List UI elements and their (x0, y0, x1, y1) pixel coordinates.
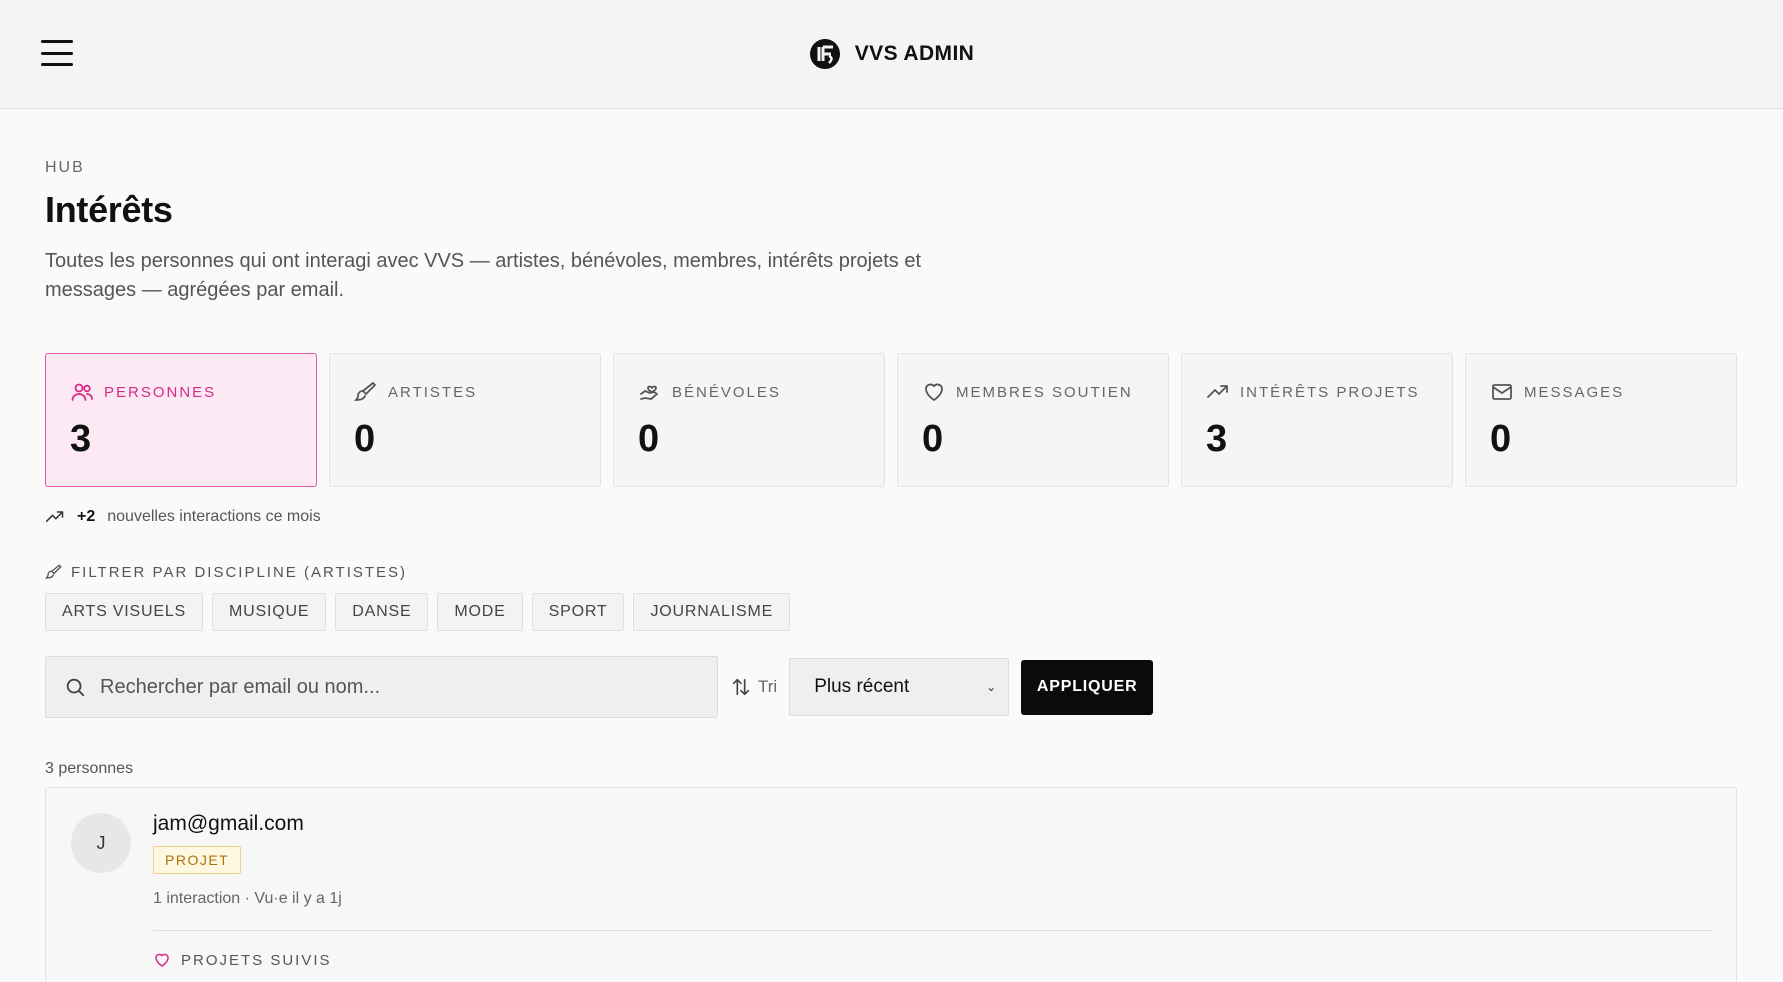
search-input[interactable] (100, 675, 680, 699)
filter-label-text: FILTRER PAR DISCIPLINE (ARTISTES) (71, 563, 408, 581)
search-icon (66, 678, 85, 697)
stat-label: INTÉRÊTS PROJETS (1240, 383, 1420, 401)
person-card[interactable]: J jam@gmail.com PROJET 1 interaction · V… (45, 787, 1737, 982)
followed-projects-text: PROJETS SUIVIS (181, 951, 332, 969)
heart-icon (155, 953, 169, 967)
person-meta: 1 interaction · Vu·e il y a 1j (153, 890, 342, 907)
stat-value: 0 (922, 418, 944, 460)
stat-card-membres-soutien[interactable]: MEMBRES SOUTIEN 0 (897, 353, 1169, 487)
brush-icon (354, 381, 377, 401)
person-email[interactable]: jam@gmail.com (153, 812, 1712, 836)
sort-label-text: Tri (758, 677, 778, 696)
chevron-down-icon: ⌄ (986, 680, 997, 694)
stat-label: ARTISTES (388, 383, 478, 401)
chip-danse[interactable]: DANSE (335, 593, 429, 631)
chip-arts-visuels[interactable]: ARTS VISUELS (45, 593, 204, 631)
stat-value: 3 (70, 418, 92, 460)
filter-label: FILTRER PAR DISCIPLINE (ARTISTES) (45, 563, 1738, 581)
trend-delta: +2 (77, 508, 96, 525)
brush-icon (45, 564, 62, 579)
stat-label: PERSONNES (104, 383, 217, 401)
trending-up-icon (1207, 385, 1228, 398)
stat-value: 3 (1206, 418, 1228, 460)
stat-label: MEMBRES SOUTIEN (956, 383, 1133, 401)
search-box[interactable] (45, 656, 718, 718)
stat-card-personnes[interactable]: PERSONNES 3 (45, 353, 317, 487)
stat-value: 0 (354, 418, 376, 460)
stat-value: 0 (638, 418, 660, 460)
stat-label: BÉNÉVOLES (672, 383, 781, 401)
trend-text: nouvelles interactions ce mois (107, 508, 321, 525)
apply-button[interactable]: APPLIQUER (1021, 659, 1154, 715)
hamburger-menu-icon[interactable] (41, 40, 73, 66)
sort-selected: Plus récent (814, 676, 910, 697)
brand-logo-icon (809, 39, 840, 69)
heart-icon (925, 383, 943, 401)
chip-journalisme[interactable]: JOURNALISME (633, 593, 791, 631)
breadcrumb: HUB (45, 159, 85, 176)
brand-name: VVS ADMIN (854, 42, 975, 65)
sort-select[interactable]: Plus récent ⌄ (789, 658, 1010, 716)
trend-summary: +2 nouvelles interactions ce mois (45, 507, 1738, 527)
divider (153, 930, 1712, 931)
trending-up-icon (45, 511, 64, 522)
hand-heart-icon (640, 385, 658, 400)
followed-projects-label: PROJETS SUIVIS (153, 951, 1712, 969)
stat-card-interets-projets[interactable]: INTÉRÊTS PROJETS 3 (1181, 353, 1453, 487)
stat-card-benevoles[interactable]: BÉNÉVOLES 0 (613, 353, 885, 487)
top-bar: VVS ADMIN (0, 0, 1783, 109)
chip-mode[interactable]: MODE (437, 593, 523, 631)
page-title: Intérêts (45, 189, 173, 230)
status-badge: PROJET (153, 846, 242, 874)
stats-row: PERSONNES 3 ARTISTES 0 BÉNÉVOLES 0 MEMBR… (45, 353, 1738, 487)
sort-label: Tri (730, 676, 777, 698)
chip-sport[interactable]: SPORT (531, 593, 625, 631)
stat-card-messages[interactable]: MESSAGES 0 (1465, 353, 1737, 487)
avatar: J (71, 813, 131, 873)
mail-icon (1492, 384, 1512, 400)
results-count: 3 personnes (45, 760, 134, 777)
stat-label: MESSAGES (1524, 383, 1625, 401)
sort-arrows-icon (732, 678, 750, 696)
page-subtitle: Toutes les personnes qui ont interagi av… (45, 250, 921, 301)
stat-card-artistes[interactable]: ARTISTES 0 (329, 353, 601, 487)
users-icon (71, 383, 93, 401)
discipline-chips: ARTS VISUELS MUSIQUE DANSE MODE SPORT JO… (45, 593, 1738, 631)
stat-value: 0 (1490, 418, 1512, 460)
brand[interactable]: VVS ADMIN (809, 38, 975, 70)
chip-musique[interactable]: MUSIQUE (212, 593, 327, 631)
search-toolbar: Tri Plus récent ⌄ APPLIQUER (45, 656, 1738, 718)
main-content: HUB Intérêts Toutes les personnes qui on… (0, 159, 1783, 982)
